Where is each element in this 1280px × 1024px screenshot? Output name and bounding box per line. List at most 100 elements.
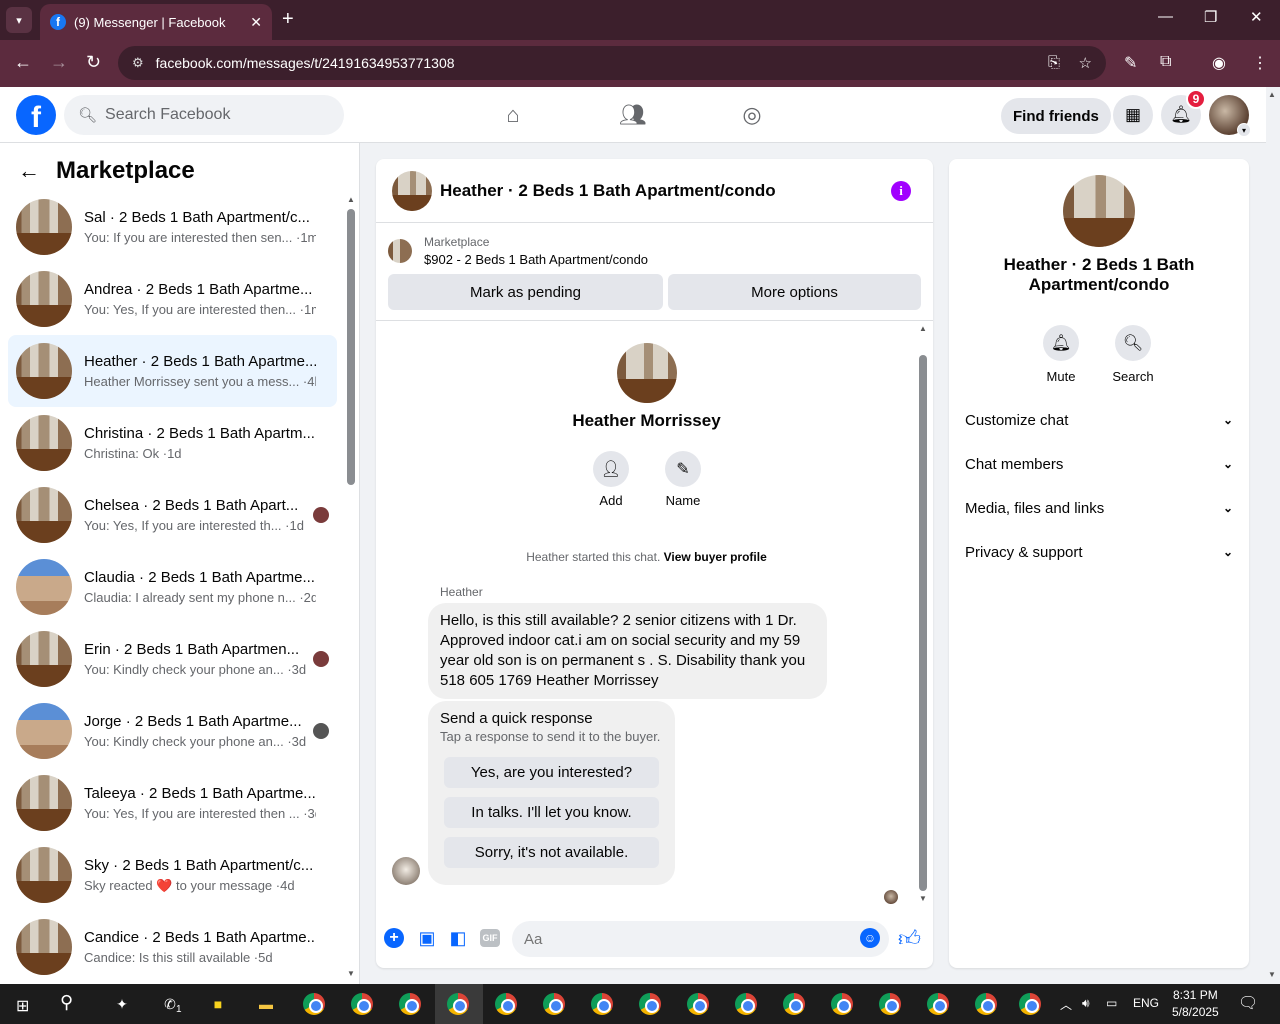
find-friends-button[interactable]: Find friends	[1001, 98, 1111, 134]
browser-tab[interactable]: f (9) Messenger | Facebook ✕	[40, 4, 272, 40]
account-avatar[interactable]: ▾	[1209, 95, 1251, 137]
chrome-icon[interactable]	[492, 990, 520, 1018]
menu-grid-icon[interactable]: ▦	[1113, 95, 1153, 135]
chrome-icon[interactable]	[780, 990, 808, 1018]
profile-avatar[interactable]	[617, 343, 677, 403]
mark-pending-button[interactable]: Mark as pending	[388, 274, 663, 310]
network-icon[interactable]: ▭	[1106, 996, 1117, 1010]
conversation-item[interactable]: Chelsea · 2 Beds 1 Bath Apart... You: Yes…	[8, 479, 337, 551]
search-button[interactable]: 🔍︎ Search	[1103, 325, 1163, 384]
volume-icon[interactable]: 🔊︎	[1082, 996, 1090, 1011]
chrome-icon[interactable]	[684, 990, 712, 1018]
tab-search-dropdown[interactable]: ▾	[6, 7, 32, 33]
quick-reply-button[interactable]: Sorry, it's not available.	[444, 837, 659, 868]
address-bar[interactable]: ⚙ facebook.com/messages/t/24191634953771…	[118, 46, 1106, 80]
chrome-icon[interactable]	[396, 990, 424, 1018]
profile-icon[interactable]: ◉	[1212, 53, 1226, 73]
conversation-item[interactable]: Andrea · 2 Beds 1 Bath Apartme... You: Ye…	[8, 263, 337, 335]
install-app-icon[interactable]: ⎘	[1048, 54, 1060, 71]
tray-chevron-up-icon[interactable]: ︿	[1060, 996, 1072, 1013]
chrome-icon[interactable]	[588, 990, 616, 1018]
quick-reply-button[interactable]: Yes, are you interested?	[444, 757, 659, 788]
emoji-icon[interactable]: ☺	[860, 928, 880, 948]
copilot-icon[interactable]: ✦	[108, 990, 136, 1018]
chrome-icon[interactable]	[876, 990, 904, 1018]
page-scroll-down-icon[interactable]: ▼	[1268, 970, 1276, 979]
clock[interactable]: 8:31 PM 5/8/2025	[1172, 987, 1219, 1021]
new-tab-icon[interactable]: +	[282, 8, 294, 31]
minimize-icon[interactable]: —	[1158, 8, 1173, 25]
chat-title[interactable]: Heather · 2 Beds 1 Bath Apartment/condo	[440, 181, 776, 201]
chrome-icon[interactable]	[924, 990, 952, 1018]
close-tab-icon[interactable]: ✕	[250, 14, 262, 31]
home-icon[interactable]: ⌂	[499, 101, 527, 129]
chrome-icon[interactable]	[636, 990, 664, 1018]
photo-icon[interactable]: ▣	[416, 927, 438, 949]
scroll-up-icon[interactable]: ▲	[919, 324, 927, 333]
menu-kebab-icon[interactable]: ⋮	[1252, 53, 1268, 73]
chrome-icon[interactable]	[972, 990, 1000, 1018]
conversation-item[interactable]: Taleeya · 2 Beds 1 Bath Apartme... You: Y…	[8, 767, 337, 839]
search-input[interactable]: 🔍︎ Search Facebook	[64, 95, 344, 135]
gif-icon[interactable]: GIF	[480, 929, 500, 947]
chrome-icon[interactable]	[444, 990, 472, 1018]
listing-summary[interactable]: Marketplace $902 - 2 Beds 1 Bath Apartme…	[388, 235, 648, 267]
chrome-icon[interactable]	[828, 990, 856, 1018]
name-button[interactable]: ✎ Name	[653, 451, 713, 508]
conversation-item[interactable]: Christina · 2 Beds 1 Bath Apartm... Chris…	[8, 407, 337, 479]
chrome-icon[interactable]	[540, 990, 568, 1018]
windows-start-icon[interactable]: ⊞	[16, 996, 29, 1016]
scroll-down-icon[interactable]: ▼	[919, 894, 927, 903]
mute-button[interactable]: 🔔︎ Mute	[1031, 325, 1091, 384]
language-indicator[interactable]: ENG	[1133, 996, 1159, 1010]
section-chat-members[interactable]: Chat members ⌄	[965, 450, 1233, 478]
sender-avatar[interactable]	[392, 857, 420, 885]
facebook-logo[interactable]: f	[16, 95, 56, 135]
view-buyer-profile-link[interactable]: View buyer profile	[664, 550, 767, 564]
plus-icon[interactable]: +	[384, 928, 404, 948]
conversation-item[interactable]: Sal · 2 Beds 1 Bath Apartment/c... You: I…	[8, 191, 337, 263]
chrome-icon[interactable]	[732, 990, 760, 1018]
friends-icon[interactable]: 👥︎	[619, 101, 647, 129]
more-options-button[interactable]: More options	[668, 274, 921, 310]
conversation-item[interactable]: Jorge · 2 Beds 1 Bath Apartme... You: Kin…	[8, 695, 337, 767]
file-explorer-icon[interactable]: ▬	[252, 990, 280, 1018]
conversation-item[interactable]: Claudia · 2 Beds 1 Bath Apartme... Claudi…	[8, 551, 337, 623]
sticker-icon[interactable]: ◧	[447, 927, 469, 949]
scrollbar-thumb[interactable]	[919, 355, 927, 891]
section-customize-chat[interactable]: Customize chat ⌄	[965, 406, 1233, 434]
quick-reply-button[interactable]: In talks. I'll let you know.	[444, 797, 659, 828]
site-info-icon[interactable]: ⚙	[132, 55, 144, 71]
chrome-icon[interactable]	[348, 990, 376, 1018]
scrollbar-thumb[interactable]	[347, 209, 355, 485]
thumbs-up-icon[interactable]: 👍︎	[898, 925, 921, 952]
bookmark-star-icon[interactable]: ☆	[1079, 54, 1092, 72]
conversation-item[interactable]: Sky · 2 Beds 1 Bath Apartment/c... Sky re…	[8, 839, 337, 911]
details-avatar[interactable]	[1063, 175, 1135, 247]
scroll-up-icon[interactable]: ▲	[347, 195, 355, 204]
groups-icon[interactable]: ◎	[738, 101, 766, 129]
notification-center-icon[interactable]: 🗨︎	[1238, 993, 1258, 1013]
section-media-files-links[interactable]: Media, files and links ⌄	[965, 494, 1233, 522]
page-scroll-up-icon[interactable]: ▲	[1268, 90, 1276, 99]
back-icon[interactable]: ←	[14, 52, 32, 73]
taskbar-search-icon[interactable]: ⚲	[60, 992, 73, 1013]
close-window-icon[interactable]: ✕	[1250, 8, 1263, 26]
back-arrow-icon[interactable]: ←	[18, 158, 40, 184]
pen-icon[interactable]: ✎	[1124, 53, 1137, 73]
conversation-item[interactable]: Erin · 2 Beds 1 Bath Apartmen... You: Kin…	[8, 623, 337, 695]
message-input[interactable]	[512, 921, 889, 957]
chrome-icon[interactable]	[1016, 990, 1044, 1018]
chat-avatar[interactable]	[392, 170, 432, 211]
add-button[interactable]: 👤︎ Add	[581, 451, 641, 508]
extensions-icon[interactable]: ⧉	[1160, 53, 1171, 71]
message-bubble[interactable]: Hello, is this still available? 2 senior…	[428, 603, 827, 699]
conversation-item-active[interactable]: Heather · 2 Beds 1 Bath Apartme... Heathe…	[8, 335, 337, 407]
section-privacy-support[interactable]: Privacy & support ⌄	[965, 538, 1233, 566]
chrome-icon[interactable]	[300, 990, 328, 1018]
info-icon[interactable]: i	[891, 181, 911, 201]
maximize-icon[interactable]: ❐	[1204, 8, 1217, 26]
reload-icon[interactable]: ↻	[86, 52, 101, 73]
forward-icon[interactable]: →	[50, 52, 68, 73]
scroll-down-icon[interactable]: ▼	[347, 969, 355, 978]
